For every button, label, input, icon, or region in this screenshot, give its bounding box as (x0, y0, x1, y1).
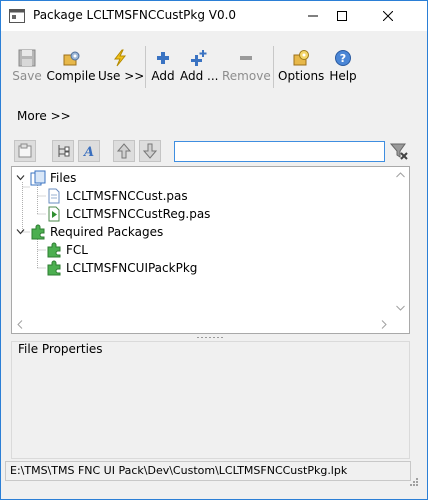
close-icon (383, 11, 393, 21)
tree-node-label: FCL (66, 243, 88, 257)
arrow-down-icon (143, 143, 157, 159)
collapse-icon[interactable] (16, 173, 25, 182)
move-up-button[interactable] (113, 140, 135, 162)
use-label: Use >> (98, 69, 145, 83)
tree-node-label: LCLTMSFNCCustReg.pas (66, 207, 211, 221)
help-button[interactable]: ? Help (329, 49, 357, 89)
title-bar: Package LCLTMSFNCCustPkg V0.0 (1, 1, 427, 31)
use-button[interactable]: Use >> (98, 49, 145, 89)
package-icon (47, 260, 61, 276)
minus-icon (240, 56, 252, 60)
add-more-button[interactable]: Add ... (180, 49, 219, 89)
scroll-left-icon[interactable] (17, 320, 23, 329)
toolbar-separator (145, 46, 146, 88)
package-tree[interactable]: Files LCLTMSFNCCust.pas LCLTMSFNCCustReg… (11, 166, 410, 334)
status-bar: E:\TMS\TMS FNC UI Pack\Dev\Custom\LCLTMS… (5, 461, 411, 481)
svg-text:A: A (82, 145, 94, 159)
minimize-icon (308, 15, 318, 17)
more-toggle[interactable]: More >> (17, 109, 71, 123)
tree-node-label: Files (50, 171, 77, 185)
floppy-disk-icon (18, 49, 36, 67)
plus-multi-icon (191, 50, 207, 66)
save-button[interactable]: Save (11, 49, 43, 89)
resize-grip-icon[interactable] (407, 477, 419, 489)
tree-structure-icon (58, 145, 70, 157)
svg-text:?: ? (340, 52, 346, 65)
package-editor-window: Package LCLTMSFNCCustPkg V0.0 Save Compi… (0, 0, 428, 500)
options-button[interactable]: Options (278, 49, 324, 89)
register-unit-icon (48, 206, 60, 222)
lightning-icon (113, 49, 127, 67)
scroll-up-icon[interactable] (396, 172, 405, 178)
gear-box-icon (63, 51, 80, 66)
open-file-icon (18, 143, 32, 158)
plus-icon (157, 52, 169, 64)
scroll-down-icon[interactable] (396, 305, 405, 311)
package-icon (31, 224, 45, 240)
remove-button[interactable]: Remove (222, 49, 271, 89)
maximize-icon (337, 11, 347, 21)
collapse-icon[interactable] (16, 227, 25, 236)
alpha-sort-button[interactable]: A (78, 140, 100, 162)
package-file-path: E:\TMS\TMS FNC UI Pack\Dev\Custom\LCLTMS… (10, 464, 348, 477)
toolbar: Save Compile Use >> Add Add ... Remove O… (1, 31, 427, 97)
file-properties-panel: File Properties (11, 341, 410, 459)
compile-button[interactable]: Compile (46, 49, 96, 89)
clear-filter-button[interactable] (389, 141, 409, 161)
options-icon (293, 50, 309, 66)
filter-input[interactable] (174, 141, 385, 162)
arrow-up-icon (117, 143, 131, 159)
save-label: Save (12, 69, 42, 83)
vertical-scrollbar[interactable] (392, 167, 409, 316)
splitter-grip-icon (197, 337, 223, 338)
options-label: Options (278, 69, 325, 83)
help-icon: ? (335, 50, 351, 66)
scroll-right-icon[interactable] (381, 320, 387, 329)
pas-file-icon (48, 188, 60, 204)
toolbar-separator (273, 46, 274, 88)
maximize-button[interactable] (319, 1, 365, 31)
tree-sort-button[interactable] (52, 140, 74, 162)
tree-node-label: LCLTMSFNCCust.pas (66, 189, 188, 203)
file-properties-title: File Properties (18, 342, 103, 356)
add-more-label: Add ... (180, 69, 219, 83)
move-down-button[interactable] (139, 140, 161, 162)
open-file-button[interactable] (14, 140, 36, 162)
filter-clear-icon (389, 143, 408, 160)
horizontal-scrollbar[interactable] (12, 316, 392, 333)
package-icon (47, 242, 61, 258)
tree-node-label: Required Packages (50, 225, 164, 239)
add-button[interactable]: Add (149, 49, 177, 89)
help-label: Help (329, 69, 357, 83)
compile-label: Compile (46, 69, 96, 83)
add-label: Add (151, 69, 175, 83)
window-title: Package LCLTMSFNCCustPkg V0.0 (33, 8, 237, 22)
alphabetical-icon: A (82, 145, 94, 159)
close-button[interactable] (365, 1, 411, 31)
package-window-icon (9, 9, 25, 23)
files-folder-icon (30, 170, 46, 186)
tree-node-label: LCLTMSFNCUIPackPkg (66, 261, 198, 275)
remove-label: Remove (222, 69, 271, 83)
